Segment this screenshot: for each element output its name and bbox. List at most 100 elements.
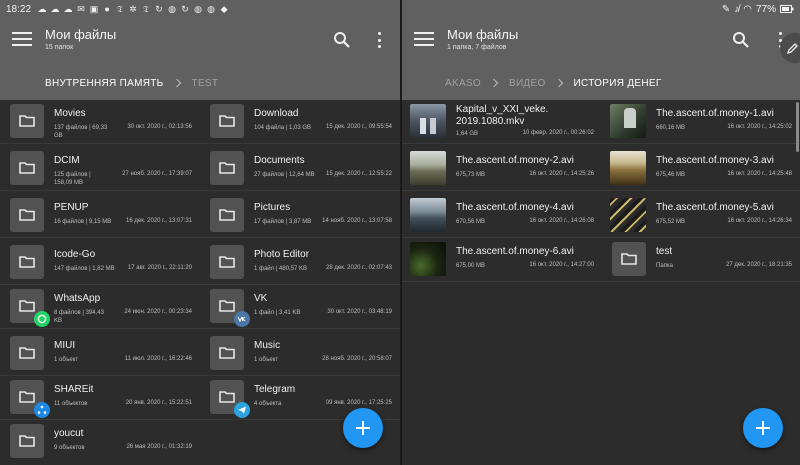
edit-button[interactable] [780, 33, 800, 63]
video-file-item[interactable]: Kapital_v_XXI_veke. 2019.1080.mkv 1,64 GB… [402, 100, 602, 144]
video-file-item[interactable]: The.ascent.of.money-6.avi 675,00 MB 16 о… [402, 238, 602, 282]
folder-icon [19, 256, 35, 268]
folder-icon [219, 256, 235, 268]
item-date: 16 окт. 2020 г., 14:27:00 [529, 262, 594, 268]
item-name: SHAREit [54, 384, 94, 395]
status-bar: ✎ ♪̸ ◠ 77% [402, 0, 800, 18]
folder-icon [19, 300, 35, 312]
more-options-icon[interactable] [376, 32, 382, 48]
folder-item-dcim[interactable]: DCIM 125 файлов | 158,09 MB 27 нояб. 202… [0, 147, 200, 191]
item-name: youcut [54, 428, 84, 439]
folder-icon-wrap [210, 289, 250, 327]
item-name: Download [254, 108, 299, 119]
folder-icon-wrap [10, 380, 50, 418]
folder-icon-wrap [10, 198, 44, 232]
mute-icon: ♪̸ [734, 3, 740, 15]
folder-icon [19, 209, 35, 221]
item-name: Documents [254, 155, 305, 166]
search-icon[interactable] [333, 31, 351, 49]
scrollbar[interactable] [796, 102, 799, 152]
menu-icon[interactable] [12, 32, 32, 48]
folder-icon [219, 162, 235, 174]
breadcrumb-item-video[interactable]: ВИДЕО [509, 78, 546, 89]
edit-icon: ✎ [721, 3, 731, 15]
whatsapp-icon [34, 311, 50, 327]
folder-item-test[interactable]: test Папка 27 дек. 2020 г., 18:21:35 [602, 238, 800, 282]
folder-icon [19, 347, 35, 359]
left-pane: 18:22 ☁ ☁ ☁ ✉ ▣ ● 𝔗 ✲ 𝔗 ↻ ◍ ↻ ◍ ◍ ◆ Мои … [0, 0, 400, 465]
item-date: 16 окт. 2020 г., 14:26:34 [727, 218, 792, 224]
item-date: 28 дек. 2020 г., 02:07:43 [326, 265, 392, 271]
folder-item-documents[interactable]: Documents 27 файлов | 12,64 MB 15 дек. 2… [200, 147, 400, 191]
item-name: PENUP [54, 202, 89, 213]
item-date: 14 нояб. 2020 г., 13:07:58 [322, 218, 392, 224]
item-name-line1: Kapital_v_XXI_veke. [456, 104, 549, 115]
item-name: The.ascent.of.money-5.avi [656, 202, 774, 213]
item-name: The.ascent.of.money-1.avi [656, 108, 774, 119]
folder-item-movies[interactable]: Movies 137 файлов | 69,33 GB 30 окт. 202… [0, 100, 200, 144]
chevron-right-icon [554, 78, 563, 88]
breadcrumb: AKASO ВИДЕО ИСТОРИЯ ДЕНЕГ [402, 66, 800, 100]
folder-item-vk[interactable]: VK 1 файл | 3,41 KB 30 окт. 2020 г., 03:… [200, 285, 400, 329]
settings-icon: ✲ [129, 3, 137, 14]
video-file-item[interactable]: The.ascent.of.money-3.avi 675,46 MB 16 о… [602, 147, 800, 191]
folder-item-music[interactable]: Music 1 объект 28 нояб. 2020 г., 20:58:0… [200, 332, 400, 376]
folder-icon-wrap [210, 198, 244, 232]
folder-item-photo-editor[interactable]: Photo Editor 1 файл | 480,57 KB 28 дек. … [200, 241, 400, 285]
folder-icon-wrap [10, 424, 44, 458]
item-name: WhatsApp [54, 293, 101, 304]
refresh-icon: ↻ [155, 3, 163, 14]
video-thumbnail [410, 151, 446, 185]
battery-percent: 77% [755, 3, 776, 15]
globe-icon: ◍ [168, 3, 176, 14]
item-date: 20 янв. 2020 г., 15:22:51 [125, 400, 192, 406]
status-time: 18:22 [6, 3, 32, 15]
vk-icon [234, 311, 250, 327]
item-name: Icode-Go [54, 249, 96, 260]
refresh-icon: ↻ [181, 3, 189, 14]
item-date: 26 мая 2020 г., 01:32:19 [126, 444, 192, 450]
video-file-item[interactable]: The.ascent.of.money-4.avi 670,56 MB 16 о… [402, 194, 602, 238]
pencil-icon [786, 43, 798, 55]
breadcrumb-item-test[interactable]: TEST [192, 78, 219, 89]
menu-icon[interactable] [414, 32, 434, 48]
item-date: 30 окт. 2020 г., 02:13:56 [127, 124, 192, 130]
video-file-item[interactable]: The.ascent.of.money-5.avi 675,52 MB 16 о… [602, 194, 800, 238]
folder-item-icode-go[interactable]: Icode-Go 147 файлов | 1,82 MB 17 авг. 20… [0, 241, 200, 285]
item-name: Movies [54, 108, 86, 119]
folder-item-penup[interactable]: PENUP 16 файлов | 9,15 MB 16 дек. 2020 г… [0, 194, 200, 238]
item-date: 10 февр. 2020 г., 00:26:02 [522, 130, 594, 136]
folder-icon-wrap [210, 336, 244, 370]
item-name: DCIM [54, 155, 80, 166]
item-name: VK [254, 293, 268, 304]
bitcoin-icon: ● [104, 3, 110, 14]
video-file-item[interactable]: The.ascent.of.money-1.avi 660,16 MB 16 о… [602, 100, 800, 144]
folder-item-pictures[interactable]: Pictures 17 файлов | 3,87 MB 14 нояб. 20… [200, 194, 400, 238]
video-file-item[interactable]: The.ascent.of.money-2.avi 675,73 MB 16 о… [402, 147, 602, 191]
folder-item-miui[interactable]: MIUI 1 объект 11 июл. 2020 г., 16:22:46 [0, 332, 200, 376]
folder-item-youcut[interactable]: youcut 9 объектов 26 мая 2020 г., 01:32:… [0, 420, 200, 464]
globe-icon: ◍ [207, 3, 215, 14]
breadcrumb-item-money-history[interactable]: ИСТОРИЯ ДЕНЕГ [574, 78, 662, 89]
battery-icon [780, 5, 794, 13]
folder-icon [219, 300, 235, 312]
search-icon[interactable] [732, 31, 750, 49]
nyt-icon: 𝔗 [117, 3, 124, 14]
item-date: 27 нояб. 2020 г., 17:39:07 [122, 171, 192, 177]
add-button[interactable] [343, 408, 383, 448]
folder-icon [219, 115, 235, 127]
page-subtitle: 1 папка, 7 файлов [447, 44, 507, 51]
add-button[interactable] [743, 408, 783, 448]
breadcrumb-item-akaso[interactable]: AKASO [445, 78, 481, 89]
page-subtitle: 15 папок [45, 44, 74, 51]
folder-item-shareit[interactable]: SHAREit 11 объектов 20 янв. 2020 г., 15:… [0, 376, 200, 420]
folder-item-download[interactable]: Download 104 файла | 1,03 GB 15 дек. 202… [200, 100, 400, 144]
breadcrumb-item-internal-storage[interactable]: ВНУТРЕННЯЯ ПАМЯТЬ [45, 78, 164, 89]
video-thumbnail [410, 242, 446, 276]
folder-icon-wrap [210, 151, 244, 185]
item-date: 16 дек. 2020 г., 13:07:31 [126, 218, 192, 224]
item-date: 15 дек. 2020 г., 09:55:54 [326, 124, 392, 130]
video-thumbnail [610, 104, 646, 138]
item-name: Telegram [254, 384, 296, 395]
folder-item-whatsapp[interactable]: WhatsApp 8 файлов | 394,43 KB 24 июн. 20… [0, 285, 200, 329]
